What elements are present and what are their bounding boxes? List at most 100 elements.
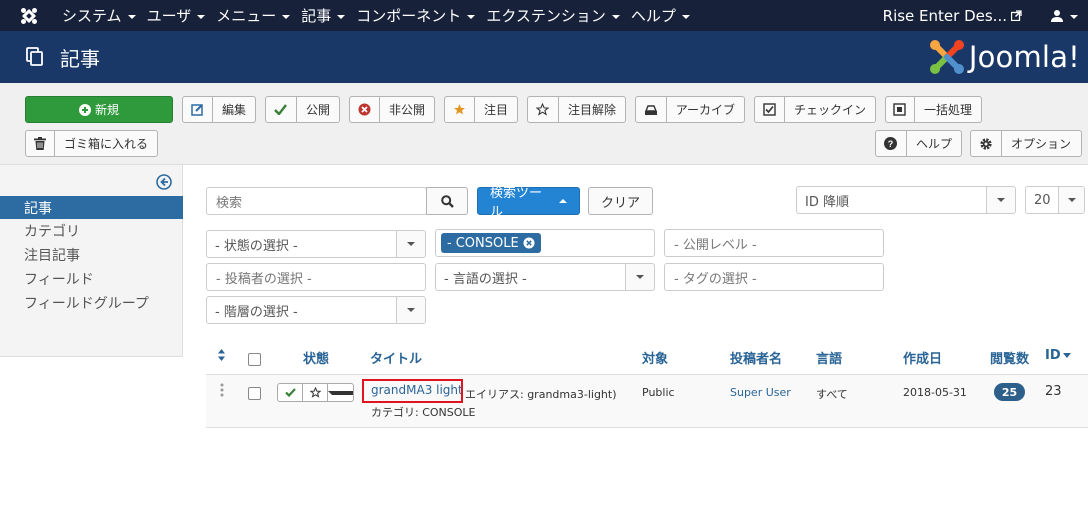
search-input[interactable]: 検索 bbox=[206, 187, 427, 215]
caret-down-icon bbox=[282, 14, 291, 19]
caret-down-icon bbox=[1070, 14, 1078, 19]
published-check-icon[interactable] bbox=[278, 384, 303, 401]
column-access[interactable]: 対象 bbox=[642, 348, 668, 367]
top-navbar: システム ユーザ メニュー 記事 コンポーネント エクステンション ヘルプ Ri… bbox=[0, 0, 1088, 31]
sidebar-item-categories[interactable]: カテゴリ bbox=[0, 219, 183, 242]
sidebar-item-label: フィールドグループ bbox=[24, 295, 149, 312]
main-menu: システム ユーザ メニュー 記事 コンポーネント エクステンション ヘルプ bbox=[60, 0, 699, 31]
external-link-icon bbox=[1011, 10, 1022, 21]
gear-icon bbox=[971, 131, 1002, 156]
article-author-link[interactable]: Super User bbox=[730, 386, 791, 399]
column-id[interactable]: ID bbox=[1045, 348, 1071, 363]
tag-select[interactable]: - タグの選択 - bbox=[664, 263, 884, 291]
options-button[interactable]: オプション bbox=[970, 130, 1082, 157]
language-select[interactable]: - 言語の選択 - bbox=[435, 263, 655, 291]
trash-button[interactable]: ゴミ箱に入れる bbox=[25, 130, 158, 157]
feature-button[interactable]: 注目 bbox=[444, 96, 518, 123]
caret-down-icon bbox=[197, 14, 206, 19]
search-tools-button[interactable]: 検索ツール bbox=[477, 186, 580, 220]
archive-button[interactable]: アーカイブ bbox=[635, 96, 745, 123]
menu-extensions[interactable]: エクステンション bbox=[484, 0, 629, 31]
category-chip-label: CONSOLE bbox=[455, 235, 519, 251]
article-category: カテゴリ: CONSOLE bbox=[371, 406, 476, 419]
batch-button[interactable]: 一括処理 bbox=[885, 96, 982, 123]
access-select[interactable]: - 公開レベル - bbox=[664, 229, 884, 257]
menu-content[interactable]: 記事 bbox=[299, 0, 354, 31]
sidebar-item-fields[interactable]: フィールド bbox=[0, 267, 183, 290]
archive-icon bbox=[636, 97, 667, 122]
publish-button[interactable]: 公開 bbox=[265, 96, 340, 123]
column-hits[interactable]: 閲覧数 bbox=[990, 348, 1029, 367]
level-select[interactable]: - 階層の選択 - bbox=[206, 296, 426, 324]
caret-down-icon bbox=[681, 14, 690, 19]
limit-select[interactable]: 20 bbox=[1025, 186, 1085, 214]
remove-chip-icon[interactable] bbox=[523, 237, 535, 249]
access-placeholder: - 公開レベル - bbox=[674, 237, 757, 253]
sidebar-item-articles[interactable]: 記事 bbox=[0, 196, 183, 219]
column-created[interactable]: 作成日 bbox=[903, 348, 942, 367]
category-select[interactable]: - CONSOLE bbox=[435, 229, 655, 257]
sort-select[interactable]: ID 降順 bbox=[796, 186, 1016, 214]
unfeature-button[interactable]: 注目解除 bbox=[527, 96, 626, 123]
sidebar-item-field-groups[interactable]: フィールドグループ bbox=[0, 291, 183, 314]
star-icon bbox=[445, 97, 475, 122]
batch-icon bbox=[886, 97, 915, 122]
plus-circle-icon bbox=[78, 103, 91, 116]
author-select[interactable]: - 投稿者の選択 - bbox=[206, 263, 426, 291]
article-language: すべて bbox=[816, 388, 848, 401]
edit-icon bbox=[183, 97, 213, 122]
site-link-label: Rise Enter Des... bbox=[882, 6, 1007, 25]
limit-select-value: 20 bbox=[1034, 192, 1051, 208]
menu-menus[interactable]: メニュー bbox=[214, 0, 299, 31]
archive-button-label: アーカイブ bbox=[675, 103, 735, 117]
edit-button[interactable]: 編集 bbox=[182, 96, 256, 123]
row-actions-dropdown[interactable] bbox=[328, 384, 353, 401]
menu-system[interactable]: システム bbox=[60, 0, 145, 31]
status-select[interactable]: - 状態の選択 - bbox=[206, 230, 426, 258]
column-title[interactable]: タイトル bbox=[370, 348, 422, 367]
site-link[interactable]: Rise Enter Des... bbox=[883, 7, 1022, 25]
options-button-label: オプション bbox=[1011, 137, 1072, 151]
chip-dash: - bbox=[447, 235, 452, 251]
new-button[interactable]: 新規 bbox=[25, 96, 173, 123]
row-checkbox[interactable] bbox=[248, 387, 261, 400]
unpublish-button[interactable]: 非公開 bbox=[349, 96, 435, 123]
select-all-checkbox[interactable] bbox=[248, 353, 261, 366]
level-select-value: - 階層の選択 - bbox=[215, 304, 298, 320]
collapse-sidebar-icon[interactable] bbox=[156, 174, 172, 194]
joomla-brand: Joomla! bbox=[927, 37, 1080, 77]
caret-down-icon bbox=[611, 14, 620, 19]
ordering-icon[interactable] bbox=[217, 349, 226, 365]
column-language[interactable]: 言語 bbox=[816, 348, 842, 367]
user-menu[interactable] bbox=[1050, 9, 1078, 23]
language-select-value: - 言語の選択 - bbox=[444, 271, 527, 287]
article-created: 2018-05-31 bbox=[903, 386, 967, 399]
checkin-button[interactable]: チェックイン bbox=[754, 96, 876, 123]
publish-button-label: 公開 bbox=[305, 103, 330, 117]
new-button-label: 新規 bbox=[94, 103, 119, 117]
column-author[interactable]: 投稿者名 bbox=[730, 348, 782, 367]
menu-components[interactable]: コンポーネント bbox=[354, 0, 484, 31]
joomla-brand-text: Joomla! bbox=[968, 40, 1080, 74]
drag-handle-icon[interactable] bbox=[220, 383, 224, 401]
clear-button-label: クリア bbox=[600, 195, 640, 211]
joomla-logo-icon[interactable] bbox=[0, 0, 60, 31]
help-button[interactable]: ? ヘルプ bbox=[875, 130, 962, 157]
page-title: 記事 bbox=[60, 46, 100, 71]
unfeatured-star-icon[interactable] bbox=[303, 384, 328, 401]
menu-users[interactable]: ユーザ bbox=[145, 0, 215, 31]
page-header: 記事 Joomla! bbox=[0, 31, 1088, 83]
clear-button[interactable]: クリア bbox=[588, 187, 653, 215]
menu-extensions-label: エクステンション bbox=[486, 7, 606, 25]
question-icon: ? bbox=[876, 131, 907, 156]
times-circle-icon bbox=[350, 97, 380, 122]
menu-help[interactable]: ヘルプ bbox=[629, 0, 699, 31]
column-status[interactable]: 状態 bbox=[303, 348, 329, 367]
search-button[interactable] bbox=[426, 187, 468, 215]
sidebar-item-featured[interactable]: 注目記事 bbox=[0, 243, 183, 266]
caret-up-icon bbox=[559, 199, 567, 203]
title-highlight-box bbox=[362, 379, 463, 403]
sidebar-item-label: 注目記事 bbox=[24, 247, 80, 264]
menu-menus-label: メニュー bbox=[216, 7, 277, 25]
table-row-divider bbox=[206, 427, 1088, 428]
